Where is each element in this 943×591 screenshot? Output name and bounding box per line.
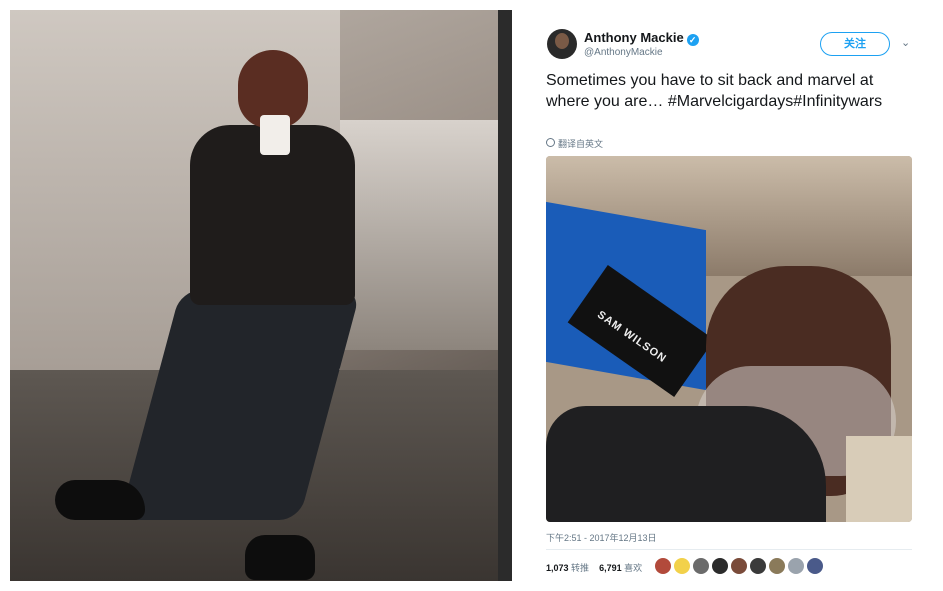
retweets-count[interactable]: 1,073 [546,563,569,573]
liker-avatar[interactable] [674,558,690,574]
liker-avatar[interactable] [750,558,766,574]
media-bright-area [846,436,912,522]
media-shirt [546,406,826,522]
divider [546,549,912,550]
follow-button[interactable]: 关注 [820,32,890,56]
photo-cup [260,115,290,155]
translate-link[interactable]: 翻译自英文 [546,137,603,150]
avatar[interactable] [547,29,577,59]
liker-avatar[interactable] [731,558,747,574]
likes-label[interactable]: 喜欢 [624,563,642,573]
photo-edge [498,10,512,581]
verified-badge-icon: ✓ [686,34,699,46]
tweet-media-photo[interactable]: SAM WILSON [546,156,912,522]
liker-avatar[interactable] [788,558,804,574]
tweet-timestamp[interactable]: 下午2:51 - 2017年12月13日 [546,531,657,544]
tweet-text: Sometimes you have to sit back and marve… [546,72,883,110]
liker-avatar[interactable] [712,558,728,574]
tweet-stats: 1,073 转推 6,791 喜欢 [546,561,642,574]
user-handle[interactable]: @AnthonyMackie [584,47,663,58]
left-photo [10,10,512,581]
photo-counter [340,120,512,350]
globe-icon [546,138,555,147]
display-name[interactable]: Anthony Mackie ✓ [584,30,699,46]
retweets-label[interactable]: 转推 [571,563,589,573]
translate-label[interactable]: 翻译自英文 [558,139,603,149]
chevron-down-icon[interactable]: ⌄ [901,36,910,49]
likes-count[interactable]: 6,791 [599,563,622,573]
photo-shoe-right [245,535,315,580]
liker-avatar[interactable] [693,558,709,574]
liker-avatar[interactable] [655,558,671,574]
liker-avatar[interactable] [807,558,823,574]
display-name-text[interactable]: Anthony Mackie [584,30,684,45]
liker-avatar[interactable] [769,558,785,574]
photo-shoe-left [55,480,145,520]
